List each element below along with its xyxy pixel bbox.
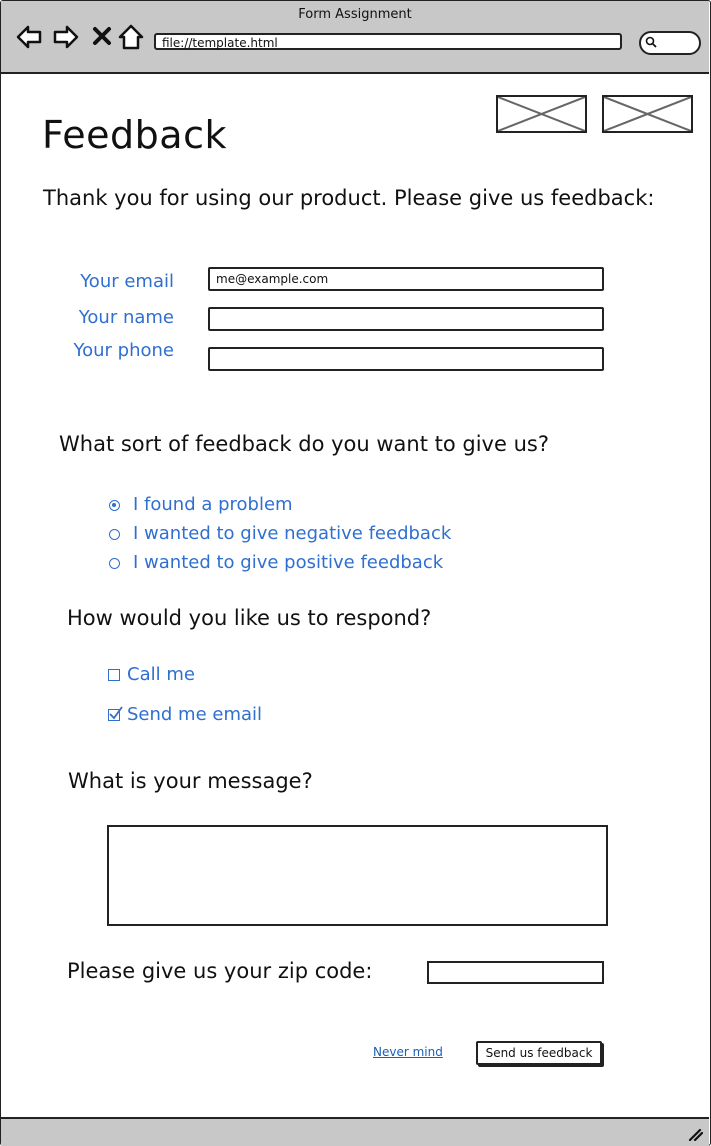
send-feedback-button[interactable]: Send us feedback [476, 1041, 602, 1065]
browser-search-box[interactable] [639, 31, 701, 55]
radio-found-problem[interactable] [109, 500, 120, 511]
phone-label: Your phone [73, 340, 174, 361]
message-question: What is your message? [68, 769, 313, 793]
radio-label[interactable]: I wanted to give negative feedback [133, 523, 451, 544]
respond-question: How would you like us to respond? [67, 606, 432, 630]
checkbox-send-email[interactable] [108, 706, 123, 721]
name-field[interactable] [208, 307, 604, 331]
image-placeholder-icon [603, 96, 692, 132]
back-icon[interactable] [15, 23, 43, 51]
radio-label[interactable]: I wanted to give positive feedback [133, 552, 443, 573]
email-field[interactable]: me@example.com [208, 267, 604, 291]
stop-icon[interactable] [89, 23, 117, 51]
image-placeholder [602, 95, 693, 133]
radio-negative-feedback[interactable] [109, 529, 120, 540]
image-placeholder-icon [497, 96, 586, 132]
zip-field[interactable] [427, 961, 604, 984]
phone-field[interactable] [208, 347, 604, 371]
image-placeholder [496, 95, 587, 133]
home-icon[interactable] [117, 23, 145, 51]
search-icon [645, 36, 657, 48]
browser-toolbar: Form Assignment file://template.html [1, 1, 709, 74]
radio-positive-feedback[interactable] [109, 558, 120, 569]
forward-icon[interactable] [52, 23, 80, 51]
address-bar[interactable]: file://template.html [154, 33, 622, 50]
checkbox-call-me[interactable] [108, 669, 120, 681]
window-title: Form Assignment [298, 7, 412, 22]
radio-label[interactable]: I found a problem [133, 494, 293, 515]
checkbox-label[interactable]: Send me email [127, 704, 262, 725]
checkmark-icon [109, 706, 123, 720]
email-label: Your email [80, 271, 174, 292]
name-label: Your name [78, 307, 174, 328]
feedback-type-question: What sort of feedback do you want to giv… [59, 432, 549, 456]
never-mind-link[interactable]: Never mind [373, 1045, 443, 1059]
browser-status-bar [1, 1117, 709, 1146]
zip-question: Please give us your zip code: [67, 959, 373, 983]
message-textarea[interactable] [107, 825, 608, 926]
page-title: Feedback [42, 113, 227, 157]
resize-grip-icon[interactable] [687, 1125, 703, 1141]
intro-text: Thank you for using our product. Please … [43, 186, 655, 210]
checkbox-label[interactable]: Call me [127, 664, 195, 685]
